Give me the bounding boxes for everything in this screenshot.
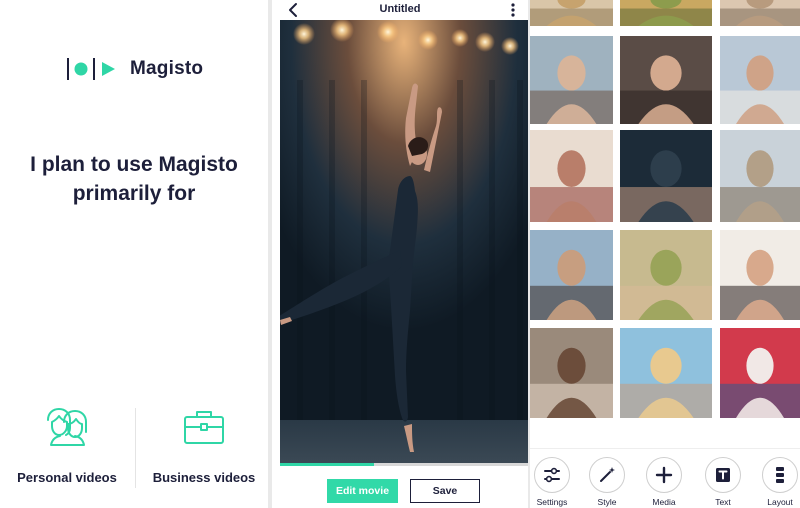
photo-thumbnail[interactable] bbox=[620, 230, 712, 320]
photo-thumbnail[interactable] bbox=[720, 230, 800, 320]
layout-tool[interactable]: Layout bbox=[752, 457, 800, 508]
media-grid-screen: Settings Style Media Text Layout bbox=[530, 0, 800, 508]
text-tool[interactable]: Text bbox=[695, 457, 751, 508]
layout-icon bbox=[776, 467, 784, 483]
people-icon bbox=[47, 408, 87, 446]
settings-tool[interactable]: Settings bbox=[530, 457, 580, 508]
photo-thumbnail-image bbox=[620, 328, 712, 418]
style-tool[interactable]: Style bbox=[579, 457, 635, 508]
video-preview[interactable] bbox=[280, 20, 528, 464]
movie-title: Untitled bbox=[379, 3, 421, 15]
photo-thumbnail[interactable] bbox=[720, 0, 800, 26]
sliders-icon bbox=[544, 467, 560, 483]
text-icon bbox=[716, 468, 730, 482]
settings-tool-button bbox=[534, 457, 570, 493]
editor-top-bar: Untitled bbox=[272, 0, 528, 20]
photo-thumbnail-image bbox=[530, 130, 613, 222]
personal-videos-label: Personal videos bbox=[17, 470, 117, 485]
photo-thumbnail-image bbox=[530, 0, 613, 26]
photo-thumbnail-image bbox=[620, 0, 712, 26]
playback-progress-fill bbox=[280, 463, 375, 466]
settings-tool-label: Settings bbox=[536, 497, 568, 507]
photo-thumbnail[interactable] bbox=[720, 36, 800, 124]
onboarding-screen: Magisto I plan to use Magisto primarily … bbox=[0, 0, 268, 508]
photo-thumbnail-image bbox=[530, 36, 613, 124]
briefcase-icon bbox=[184, 411, 224, 444]
question-line-2: primarily for bbox=[72, 182, 196, 205]
photo-thumbnail[interactable] bbox=[720, 130, 800, 222]
photo-thumbnail[interactable] bbox=[530, 328, 613, 418]
magic-wand-icon bbox=[600, 467, 615, 482]
more-options-icon[interactable] bbox=[506, 2, 520, 18]
style-tool-label: Style bbox=[597, 497, 617, 507]
photo-thumbnail-image bbox=[720, 0, 800, 26]
photo-thumbnail[interactable] bbox=[620, 36, 712, 124]
photo-thumbnail[interactable] bbox=[620, 130, 712, 222]
back-arrow-icon[interactable] bbox=[286, 2, 302, 18]
style-tool-button bbox=[589, 457, 625, 493]
photo-thumbnail-image bbox=[720, 130, 800, 222]
text-tool-button bbox=[705, 457, 741, 493]
choice-divider bbox=[135, 408, 136, 488]
media-tool-button bbox=[646, 457, 682, 493]
logo-text: Magisto bbox=[130, 58, 204, 79]
personal-videos-option[interactable]: Personal videos bbox=[0, 400, 134, 500]
photo-thumbnail-image bbox=[720, 328, 800, 418]
text-tool-label: Text bbox=[715, 497, 731, 507]
photo-thumbnail[interactable] bbox=[620, 328, 712, 418]
photo-thumbnail-image bbox=[620, 130, 712, 222]
photo-thumbnail-image bbox=[720, 36, 800, 124]
ballet-dancer-image bbox=[280, 20, 528, 464]
media-tool-label: Media bbox=[652, 497, 676, 507]
photo-thumbnail[interactable] bbox=[530, 130, 613, 222]
photo-thumbnail[interactable] bbox=[530, 0, 613, 26]
layout-tool-label: Layout bbox=[767, 497, 793, 507]
question-line-1: I plan to use Magisto bbox=[30, 153, 238, 176]
playback-progress[interactable] bbox=[280, 463, 528, 466]
photo-thumbnail-image bbox=[720, 230, 800, 320]
business-videos-option[interactable]: Business videos bbox=[137, 400, 271, 500]
editor-screen: Untitled Edit movie Save bbox=[272, 0, 528, 508]
photo-thumbnail-image bbox=[620, 36, 712, 124]
photo-thumbnail[interactable] bbox=[620, 0, 712, 26]
onboarding-question: I plan to use Magisto primarily for bbox=[14, 150, 254, 208]
media-tool[interactable]: Media bbox=[636, 457, 692, 508]
save-button[interactable]: Save bbox=[410, 479, 480, 503]
app-showcase: Magisto I plan to use Magisto primarily … bbox=[0, 0, 800, 508]
bottom-toolbar: Settings Style Media Text Layout bbox=[530, 448, 800, 508]
photo-thumbnail[interactable] bbox=[530, 36, 613, 124]
photo-thumbnail[interactable] bbox=[720, 328, 800, 418]
photo-thumbnail[interactable] bbox=[530, 230, 613, 320]
edit-movie-button[interactable]: Edit movie bbox=[327, 479, 398, 503]
magisto-logo-icon bbox=[67, 58, 115, 80]
business-videos-label: Business videos bbox=[152, 470, 256, 485]
photo-thumbnail-image bbox=[530, 230, 613, 320]
layout-tool-button bbox=[762, 457, 798, 493]
magisto-logo: Magisto bbox=[66, 56, 203, 82]
photo-thumbnail-image bbox=[530, 328, 613, 418]
photo-thumbnail-image bbox=[620, 230, 712, 320]
plus-icon bbox=[655, 466, 673, 484]
